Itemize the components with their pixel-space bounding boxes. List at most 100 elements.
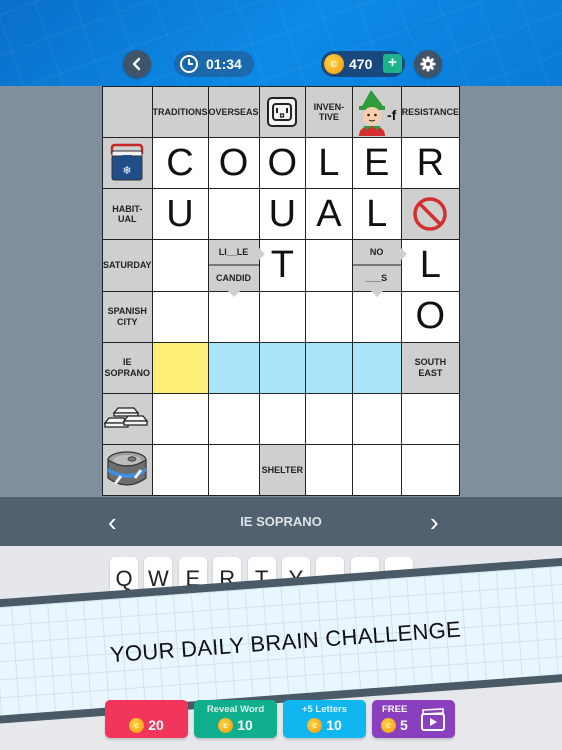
powerup-cost: 10 xyxy=(237,717,253,733)
cell-letter: R xyxy=(416,141,445,184)
arrow-right-icon xyxy=(258,248,265,261)
coin-amount: 470 xyxy=(349,56,373,72)
letter-cell[interactable]: E xyxy=(352,138,401,189)
gear-icon xyxy=(420,56,436,72)
timer-value: 01:34 xyxy=(206,56,242,72)
cell-letter: L xyxy=(366,192,388,235)
cell-letter: A xyxy=(316,192,342,235)
letter-cell[interactable] xyxy=(152,444,208,495)
clue-cell: SPANISH CITY xyxy=(103,291,152,342)
letter-cell[interactable]: C xyxy=(152,138,208,189)
letter-cell[interactable] xyxy=(152,291,208,342)
letter-cell[interactable] xyxy=(306,393,352,444)
letter-cell[interactable] xyxy=(306,444,352,495)
arrow-down-icon xyxy=(227,290,240,297)
cell-letter: O xyxy=(415,295,446,338)
letter-cell[interactable] xyxy=(306,342,352,393)
letter-cell[interactable]: A xyxy=(306,189,352,240)
picture-clue-cell: ❄ xyxy=(103,138,152,189)
letter-cell[interactable]: U xyxy=(259,189,306,240)
letter-cell[interactable] xyxy=(208,444,259,495)
prohibited-icon xyxy=(412,196,448,232)
cell-letter: O xyxy=(218,141,249,184)
clue-down: ___S xyxy=(352,266,401,291)
letter-cell[interactable] xyxy=(259,342,306,393)
split-clue-cell: LI__LE CANDID xyxy=(208,240,265,297)
back-button[interactable] xyxy=(123,50,151,78)
banner-text: YOUR DAILY BRAIN CHALLENGE xyxy=(109,616,462,668)
letter-cell[interactable] xyxy=(208,291,259,342)
letter-cell[interactable]: O xyxy=(401,291,459,342)
letter-cell[interactable] xyxy=(208,393,259,444)
letter-cell[interactable] xyxy=(152,240,208,291)
picture-clue-cell xyxy=(103,393,152,444)
letter-cell[interactable] xyxy=(152,342,208,393)
add-coins-button[interactable]: + xyxy=(383,54,402,73)
letter-cell[interactable]: R xyxy=(401,138,459,189)
powerup-cost: 10 xyxy=(326,717,342,733)
letter-cell[interactable]: L xyxy=(352,189,401,240)
clock-icon xyxy=(180,55,198,73)
letter-cell[interactable] xyxy=(259,393,306,444)
letter-cell[interactable] xyxy=(208,189,259,240)
free-video-button[interactable]: FREE c5 xyxy=(372,700,455,738)
gold-bars-icon xyxy=(104,404,150,434)
letter-cell[interactable] xyxy=(306,291,352,342)
settings-button[interactable] xyxy=(414,50,442,78)
powerups-bar: c 20 Reveal Word c 10 +5 Letters c 10 FREE … xyxy=(0,700,562,750)
previous-clue-button[interactable]: ‹ xyxy=(108,507,117,538)
clue-across: LI__LE xyxy=(208,240,259,267)
clue-text: SPANISH CITY xyxy=(107,306,147,327)
letter-cell[interactable]: O xyxy=(208,138,259,189)
split-clue-cell: NO ___S xyxy=(352,240,407,297)
arrow-down-icon xyxy=(370,290,383,297)
powerup-label: +5 Letters xyxy=(301,704,348,715)
letter-cell[interactable] xyxy=(306,240,352,291)
clue-across: NO xyxy=(352,240,401,267)
hint-powerup-button[interactable]: c 20 xyxy=(105,700,188,738)
letter-cell[interactable] xyxy=(401,444,459,495)
letter-cell[interactable]: U xyxy=(152,189,208,240)
picture-clue-cell: -f xyxy=(352,87,401,138)
letter-cell[interactable]: T xyxy=(259,240,306,291)
letter-cell[interactable]: L xyxy=(306,138,352,189)
clue-text: HABIT- UAL xyxy=(112,203,143,225)
letter-cell[interactable] xyxy=(208,342,259,393)
letter-cell[interactable] xyxy=(401,393,459,444)
coin-icon: c xyxy=(324,54,344,74)
letter-cell[interactable] xyxy=(352,342,401,393)
coin-icon: c xyxy=(129,717,145,733)
letter-cell[interactable] xyxy=(152,393,208,444)
cell-letter: C xyxy=(166,141,194,184)
clue-cell: TRADITIONS xyxy=(152,87,208,138)
elf-icon: -f xyxy=(353,88,401,137)
picture-clue-cell xyxy=(259,87,306,138)
powerup-cost: 5 xyxy=(400,717,408,733)
reveal-word-button[interactable]: Reveal Word c 10 xyxy=(194,700,277,738)
crossword-grid: TRADITIONS OVERSEAS INVEN- TIVE -f RESISTANC… xyxy=(102,86,460,496)
coin-icon: c xyxy=(381,717,396,733)
cell-letter: U xyxy=(166,192,194,235)
picture-clue-cell xyxy=(401,189,459,240)
current-clue: IE SOPRANO xyxy=(240,514,322,529)
letter-cell[interactable] xyxy=(352,444,401,495)
clue-text: SATURDAY xyxy=(103,260,152,271)
picture-clue-cell xyxy=(103,444,152,495)
letter-cell[interactable] xyxy=(352,291,401,342)
clue-cell xyxy=(103,87,152,138)
clue-text: INVEN- TIVE xyxy=(313,101,345,123)
clue-text: IE SOPRANO xyxy=(104,357,151,378)
powerup-cost: 20 xyxy=(148,717,164,733)
clue-text: SHELTER xyxy=(261,464,303,475)
letter-cell[interactable] xyxy=(259,291,306,342)
letter-cell[interactable] xyxy=(352,393,401,444)
next-clue-button[interactable]: › xyxy=(430,507,439,538)
letter-cell[interactable]: L xyxy=(401,240,459,291)
cell-letter: U xyxy=(268,192,297,235)
clue-cell: RESISTANCE xyxy=(401,87,459,138)
letter-cell[interactable]: O xyxy=(259,138,306,189)
timer: 01:34 xyxy=(174,51,254,77)
plus-5-letters-button[interactable]: +5 Letters c 10 xyxy=(283,700,366,738)
svg-text:-f: -f xyxy=(387,107,397,123)
clue-text: SOUTH EAST xyxy=(414,357,447,378)
